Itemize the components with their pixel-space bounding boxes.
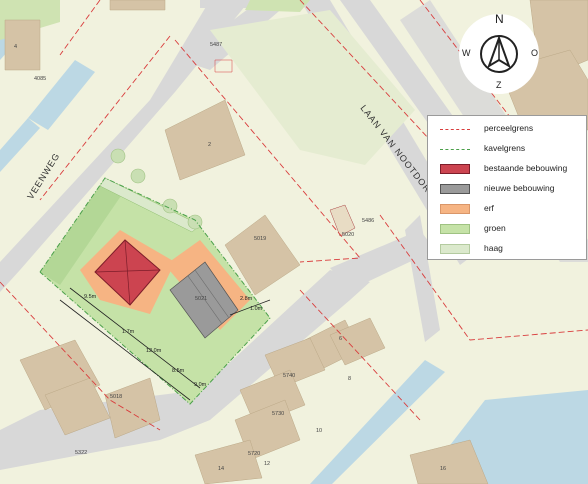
house-number: 2 xyxy=(208,142,211,148)
dimension-label: 8.5m xyxy=(172,368,185,374)
house-number: 8 xyxy=(348,376,351,382)
house-number: 5019 xyxy=(254,236,266,242)
house-number: 5740 xyxy=(283,373,295,379)
house-number: 12 xyxy=(264,461,270,467)
legend-item-groen: groen xyxy=(428,220,586,238)
dimension-label: 9.5m xyxy=(84,294,97,300)
legend-label: bestaande bebouwing xyxy=(484,163,568,173)
house-number: 4085 xyxy=(34,76,46,82)
legend-item-kavelgrens: kavelgrens xyxy=(428,140,586,158)
north-arrow-icon xyxy=(480,35,518,73)
house-number: 10 xyxy=(316,428,322,434)
compass-rose: N O Z W xyxy=(459,12,539,94)
legend-item-bestaande-bebouwing: bestaande bebouwing xyxy=(428,160,586,178)
legend-label: erf xyxy=(484,203,494,213)
house-number: 5322 xyxy=(75,450,87,456)
dimension-label: 12.0m xyxy=(146,348,162,354)
house-number: 6 xyxy=(339,336,342,342)
legend-label: kavelgrens xyxy=(484,143,526,153)
house-number: 5018 xyxy=(110,394,122,400)
house-number: 5486 xyxy=(362,218,374,224)
dimension-label: 1.0m xyxy=(250,306,263,312)
compass-east-label: O xyxy=(531,48,539,58)
nieuwe-bebouwing-swatch xyxy=(440,184,470,194)
house-number: 5487 xyxy=(210,42,222,48)
compass-north-label: N xyxy=(495,12,504,26)
perceelgrens-line-symbol xyxy=(440,129,470,130)
house-number: 5021 xyxy=(195,296,207,302)
groen-swatch xyxy=(440,224,470,234)
compass-south-label: Z xyxy=(496,80,502,90)
legend-item-erf: erf xyxy=(428,200,586,218)
haag-swatch xyxy=(440,244,470,254)
legend-item-haag: haag xyxy=(428,240,586,258)
dimension-label: 9.0m xyxy=(194,382,207,388)
house-number: 4 xyxy=(14,44,17,50)
bestaande-bebouwing-swatch xyxy=(440,164,470,174)
house-number: 5020 xyxy=(342,232,354,238)
compass-west-label: W xyxy=(462,48,471,58)
dimension-label: 2.8m xyxy=(240,296,253,302)
map-legend: perceelgrens kavelgrens bestaande bebouw… xyxy=(427,115,587,260)
legend-label: nieuwe bebouwing xyxy=(484,183,555,193)
house-number: 5720 xyxy=(248,451,260,457)
house-number: 14 xyxy=(218,466,224,472)
legend-item-perceelgrens: perceelgrens xyxy=(428,120,586,138)
kavelgrens-line-symbol xyxy=(440,149,470,150)
legend-item-nieuwe-bebouwing: nieuwe bebouwing xyxy=(428,180,586,198)
dimension-label: 1.7m xyxy=(122,329,135,335)
house-number: 16 xyxy=(440,466,446,472)
erf-swatch xyxy=(440,204,470,214)
legend-label: groen xyxy=(484,223,506,233)
house-number: 5730 xyxy=(272,411,284,417)
legend-label: perceelgrens xyxy=(484,123,534,133)
legend-label: haag xyxy=(484,243,503,253)
